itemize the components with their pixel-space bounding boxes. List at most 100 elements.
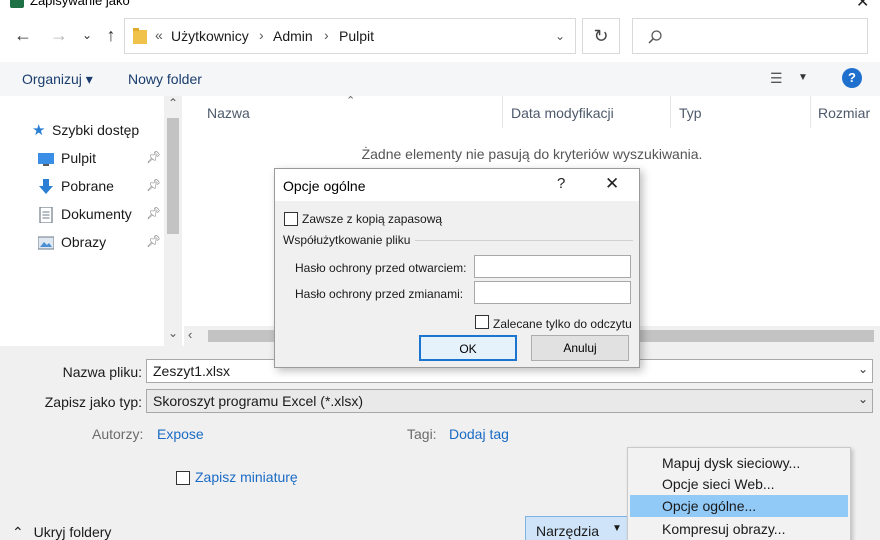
navigation-pane: ★ Szybki dostęp Pulpit 📌︎ Pobrane 📌︎ Dok…: [0, 96, 184, 346]
title-bar: Zapisywanie jako ✕: [0, 0, 880, 12]
menu-item-label: Opcje sieci Web...: [662, 476, 775, 492]
sidebar-item-quick-access[interactable]: ★ Szybki dostęp: [0, 118, 170, 144]
breadcrumb-item[interactable]: Admin: [273, 28, 313, 44]
menu-item-compress-pictures[interactable]: Kompresuj obrazy...: [630, 518, 848, 540]
caret-down-icon: ▼: [612, 523, 622, 534]
star-icon: ★: [32, 122, 46, 139]
chevron-left-icon[interactable]: ‹: [188, 327, 192, 342]
breadcrumb-item[interactable]: Użytkownicy: [171, 28, 249, 44]
sidebar-item-pictures[interactable]: Obrazy 📌︎: [0, 230, 170, 256]
caret-down-icon[interactable]: ▼: [798, 72, 808, 83]
breadcrumb-item[interactable]: Pulpit: [339, 28, 374, 44]
backup-checkbox[interactable]: [284, 212, 298, 226]
column-header-date[interactable]: Data modyfikacji: [511, 105, 614, 121]
menu-item-general-options[interactable]: Opcje ogólne...: [630, 495, 848, 517]
close-icon[interactable]: ✕: [856, 0, 869, 12]
filename-label: Nazwa pliku:: [62, 364, 142, 380]
new-folder-button[interactable]: Nowy folder: [128, 71, 202, 87]
forward-button[interactable]: →: [46, 22, 72, 48]
sidebar-item-desktop[interactable]: Pulpit 📌︎: [0, 146, 170, 172]
column-header-size[interactable]: Rozmiar: [818, 105, 870, 121]
sidebar-item-label: Pobrane: [61, 178, 114, 194]
up-button[interactable]: ↑: [98, 22, 124, 48]
refresh-button[interactable]: ↻: [582, 18, 620, 54]
help-icon[interactable]: ?: [557, 175, 565, 192]
file-type-value: Skoroszyt programu Excel (*.xlsx): [153, 393, 364, 409]
filename-value: Zeszyt1.xlsx: [153, 363, 231, 379]
pin-icon[interactable]: 📌︎: [146, 234, 161, 248]
view-options-icon[interactable]: ☰: [770, 70, 783, 87]
menu-item-label: Mapuj dysk sieciowy...: [662, 455, 801, 471]
close-icon[interactable]: ✕: [605, 174, 619, 194]
menu-item-label: Kompresuj obrazy...: [662, 521, 786, 537]
cancel-button[interactable]: Anuluj: [531, 335, 629, 361]
chevron-down-icon[interactable]: ⌄: [164, 326, 182, 340]
chevron-right-icon[interactable]: ›: [324, 27, 329, 43]
hide-folders-button[interactable]: ⌃ Ukryj foldery: [12, 524, 111, 540]
modify-password-label: Hasło ochrony przed zmianami:: [295, 287, 464, 301]
sidebar-item-label: Pulpit: [61, 150, 97, 166]
general-options-dialog: Opcje ogólne ? ✕ Zawsze z kopią zapasową…: [274, 168, 640, 368]
column-header-name[interactable]: Nazwa: [207, 105, 250, 121]
breadcrumb-overflow[interactable]: «: [155, 27, 163, 43]
hide-folders-label: Ukryj foldery: [33, 524, 112, 540]
readonly-label[interactable]: Zalecane tylko do odczytu: [493, 317, 632, 331]
organize-button[interactable]: Organizuj ▾: [22, 71, 93, 88]
readonly-checkbox[interactable]: [475, 315, 489, 329]
menu-item-map-network-drive[interactable]: Mapuj dysk sieciowy...: [630, 452, 848, 474]
tools-button[interactable]: Narzędzia ▼: [525, 516, 629, 540]
chevron-down-icon[interactable]: ⌄: [858, 392, 868, 406]
pictures-icon: [38, 236, 54, 250]
sort-ascending-icon: ⌃: [346, 95, 356, 107]
section-label: Współużytkowanie pliku: [283, 233, 411, 247]
sidebar-scrollbar[interactable]: ⌃ ⌄: [164, 96, 182, 346]
menu-item-label: Opcje ogólne...: [662, 498, 757, 514]
file-type-label: Zapisz jako typ:: [44, 394, 142, 410]
sidebar-item-documents[interactable]: Dokumenty 📌︎: [0, 202, 170, 228]
window-title: Zapisywanie jako: [30, 0, 130, 8]
chevron-down-icon[interactable]: ⌄: [858, 362, 868, 376]
search-input[interactable]: [632, 18, 868, 54]
column-divider[interactable]: [502, 96, 503, 128]
chevron-up-icon: ⌃: [12, 524, 24, 540]
tags-value[interactable]: Dodaj tag: [449, 426, 509, 442]
excel-icon: [10, 0, 24, 8]
scrollbar-thumb[interactable]: [167, 118, 179, 234]
pin-icon[interactable]: 📌︎: [146, 206, 161, 220]
menu-item-web-options[interactable]: Opcje sieci Web...: [630, 473, 848, 495]
modify-password-field[interactable]: [474, 281, 631, 304]
section-divider: [415, 240, 633, 241]
column-header-type[interactable]: Typ: [679, 105, 702, 121]
chevron-right-icon[interactable]: ›: [259, 27, 264, 43]
ok-button[interactable]: OK: [419, 335, 517, 361]
authors-value[interactable]: Expose: [157, 426, 204, 442]
search-icon: [648, 30, 662, 44]
download-icon: [39, 179, 53, 194]
chevron-down-icon[interactable]: ⌄: [555, 29, 565, 43]
chevron-up-icon[interactable]: ⌃: [164, 96, 182, 110]
file-type-select[interactable]: Skoroszyt programu Excel (*.xlsx) ⌄: [146, 389, 873, 413]
empty-message: Żadne elementy nie pasują do kryteriów w…: [361, 146, 703, 162]
sidebar-item-label: Szybki dostęp: [52, 122, 140, 138]
dialog-title: Opcje ogólne: [283, 178, 366, 194]
pin-icon[interactable]: 📌︎: [146, 178, 161, 192]
recent-locations-button[interactable]: ⌄: [74, 22, 100, 48]
column-divider[interactable]: [810, 96, 811, 128]
command-bar: Organizuj ▾ Nowy folder ☰ ▼ ?: [0, 62, 880, 96]
save-thumbnail-label[interactable]: Zapisz miniaturę: [195, 469, 298, 485]
back-button[interactable]: ←: [10, 22, 36, 48]
tools-label: Narzędzia: [536, 523, 600, 539]
backup-label[interactable]: Zawsze z kopią zapasową: [302, 212, 442, 226]
desktop-icon: [38, 153, 54, 166]
save-thumbnail-checkbox[interactable]: [176, 471, 190, 485]
tools-menu: Mapuj dysk sieciowy... Opcje sieci Web..…: [627, 447, 851, 540]
help-button[interactable]: ?: [842, 68, 862, 88]
sidebar-item-label: Dokumenty: [61, 206, 132, 222]
open-password-field[interactable]: [474, 255, 631, 278]
tags-label: Tagi:: [407, 426, 437, 442]
sidebar-item-downloads[interactable]: Pobrane 📌︎: [0, 174, 170, 200]
column-divider[interactable]: [670, 96, 671, 128]
pin-icon[interactable]: 📌︎: [146, 150, 161, 164]
sidebar-item-label: Obrazy: [61, 234, 107, 250]
address-bar[interactable]: « Użytkownicy › Admin › Pulpit ⌄: [124, 18, 576, 54]
